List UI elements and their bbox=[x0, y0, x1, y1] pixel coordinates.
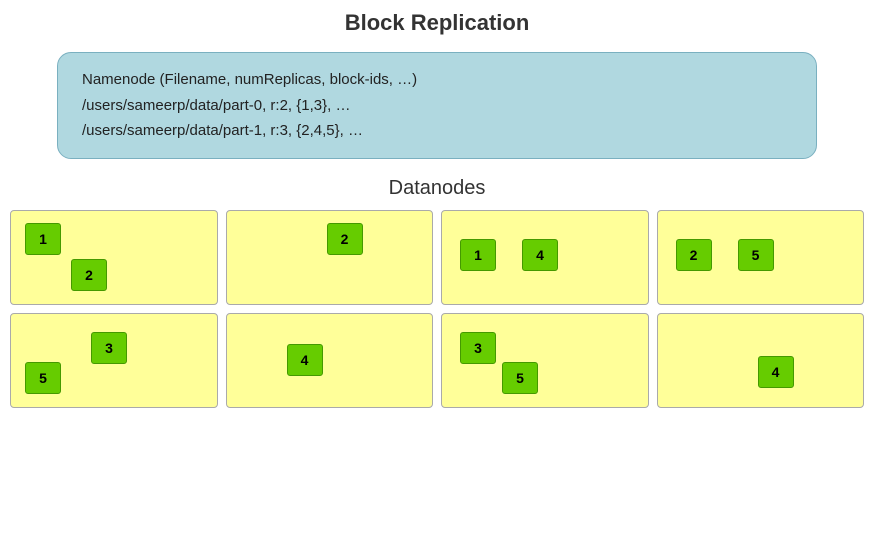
block-5-in-dn-row0-col3: 5 bbox=[738, 239, 774, 271]
namenode-line-1: Namenode (Filename, numReplicas, block-i… bbox=[82, 67, 792, 93]
dn-row1-col1: 4 bbox=[226, 313, 434, 408]
block-3-in-dn-row1-col0: 3 bbox=[91, 332, 127, 364]
block-5-in-dn-row1-col0: 5 bbox=[25, 362, 61, 394]
block-1-in-dn-row0-col2: 1 bbox=[460, 239, 496, 271]
block-3-in-dn-row1-col2: 3 bbox=[460, 332, 496, 364]
dn-row0-col0: 12 bbox=[10, 210, 218, 305]
dn-row1-col2: 35 bbox=[441, 313, 649, 408]
datanode-grid: 1221425534354 bbox=[10, 210, 864, 408]
block-4-in-dn-row1-col3: 4 bbox=[758, 356, 794, 388]
block-2-in-dn-row0-col3: 2 bbox=[676, 239, 712, 271]
block-2-in-dn-row0-col0: 2 bbox=[71, 259, 107, 291]
dn-row0-col1: 2 bbox=[226, 210, 434, 305]
dn-row0-col2: 14 bbox=[441, 210, 649, 305]
namenode-line-2: /users/sameerp/data/part-0, r:2, {1,3}, … bbox=[82, 93, 792, 119]
datanodes-label: Datanodes bbox=[0, 177, 874, 200]
namenode-line-3: /users/sameerp/data/part-1, r:3, {2,4,5}… bbox=[82, 118, 792, 144]
block-5-in-dn-row1-col2: 5 bbox=[502, 362, 538, 394]
block-2-in-dn-row0-col1: 2 bbox=[327, 223, 363, 255]
dn-row0-col3: 25 bbox=[657, 210, 865, 305]
dn-row1-col0: 53 bbox=[10, 313, 218, 408]
namenode-box: Namenode (Filename, numReplicas, block-i… bbox=[57, 52, 817, 159]
block-4-in-dn-row1-col1: 4 bbox=[287, 344, 323, 376]
dn-row1-col3: 4 bbox=[657, 313, 865, 408]
block-1-in-dn-row0-col0: 1 bbox=[25, 223, 61, 255]
page-title: Block Replication bbox=[0, 0, 874, 44]
block-4-in-dn-row0-col2: 4 bbox=[522, 239, 558, 271]
